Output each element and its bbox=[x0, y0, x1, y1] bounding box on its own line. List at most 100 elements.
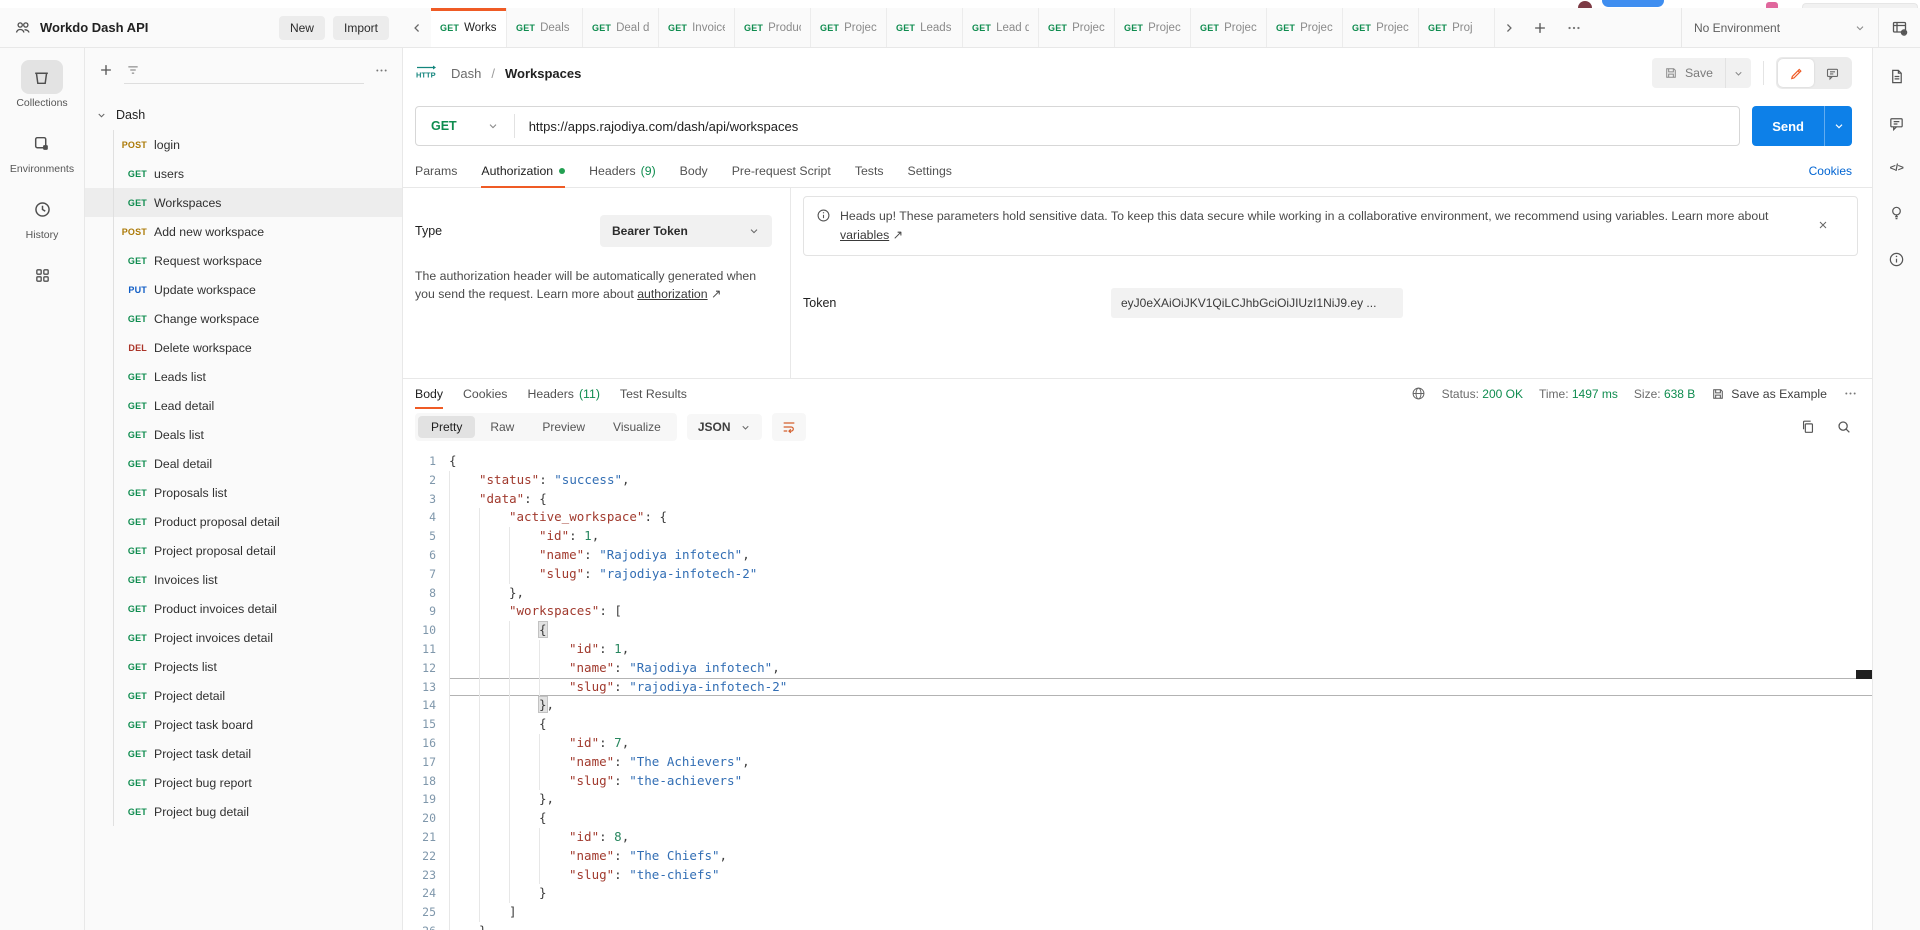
tab-tests[interactable]: Tests bbox=[855, 154, 884, 187]
tab-pre-request-script[interactable]: Pre-request Script bbox=[732, 154, 831, 187]
request-item-project-bug-report[interactable]: GETProject bug report bbox=[85, 768, 402, 797]
filter-input[interactable] bbox=[147, 63, 362, 77]
open-tab-0[interactable]: GETWorks bbox=[431, 8, 507, 47]
tabs-scroll-left-button[interactable] bbox=[403, 8, 431, 47]
related-requests-icon[interactable] bbox=[1888, 204, 1905, 221]
open-tab-12[interactable]: GETProjec bbox=[1343, 8, 1419, 47]
breadcrumb-collection[interactable]: Dash bbox=[451, 66, 481, 81]
request-item-update-workspace[interactable]: PUTUpdate workspace bbox=[85, 275, 402, 304]
collection-dash[interactable]: Dash bbox=[85, 100, 402, 130]
tab-authorization[interactable]: Authorization bbox=[481, 154, 565, 187]
request-item-users[interactable]: GETusers bbox=[85, 159, 402, 188]
url-input[interactable]: https://apps.rajodiya.com/dash/api/works… bbox=[515, 119, 813, 134]
tab-params[interactable]: Params bbox=[415, 154, 457, 187]
info-icon[interactable] bbox=[1888, 251, 1905, 268]
response-body-editor[interactable]: 1{2"status": "success",3"data": {4"activ… bbox=[403, 446, 1872, 930]
breadcrumb-request[interactable]: Workspaces bbox=[505, 66, 581, 81]
open-tab-6[interactable]: GETLeads bbox=[887, 8, 963, 47]
tab-body[interactable]: Body bbox=[680, 154, 708, 187]
new-tab-button[interactable] bbox=[1523, 8, 1557, 47]
send-button[interactable]: Send bbox=[1752, 106, 1824, 146]
request-item-deal-detail[interactable]: GETDeal detail bbox=[85, 449, 402, 478]
request-item-project-task-board[interactable]: GETProject task board bbox=[85, 710, 402, 739]
variables-link[interactable]: variables bbox=[840, 228, 889, 242]
request-item-workspaces[interactable]: GETWorkspaces bbox=[85, 188, 402, 217]
send-options-button[interactable] bbox=[1824, 106, 1852, 146]
open-tab-11[interactable]: GETProjec bbox=[1267, 8, 1343, 47]
request-item-project-task-detail[interactable]: GETProject task detail bbox=[85, 739, 402, 768]
tabs-scroll-right-button[interactable] bbox=[1495, 8, 1523, 47]
comment-mode-button[interactable] bbox=[1814, 59, 1850, 87]
authorization-link[interactable]: authorization bbox=[637, 287, 707, 301]
view-mode-visualize[interactable]: Visualize bbox=[600, 416, 674, 438]
request-item-delete-workspace[interactable]: DELDelete workspace bbox=[85, 333, 402, 362]
request-item-login[interactable]: POSTlogin bbox=[85, 130, 402, 159]
request-item-leads-list[interactable]: GETLeads list bbox=[85, 362, 402, 391]
comments-icon[interactable] bbox=[1888, 115, 1905, 132]
request-item-lead-detail[interactable]: GETLead detail bbox=[85, 391, 402, 420]
view-mode-preview[interactable]: Preview bbox=[529, 416, 598, 438]
sidebar-more-button[interactable] bbox=[374, 63, 389, 78]
rail-item-apps[interactable] bbox=[21, 258, 63, 292]
open-tab-7[interactable]: GETLead d bbox=[963, 8, 1039, 47]
request-item-product-proposal-detail[interactable]: GETProduct proposal detail bbox=[85, 507, 402, 536]
open-tab-1[interactable]: GETDeals li bbox=[507, 8, 583, 47]
save-button[interactable]: Save bbox=[1652, 66, 1725, 80]
copy-button[interactable] bbox=[1800, 419, 1816, 435]
request-item-invoices-list[interactable]: GETInvoices list bbox=[85, 565, 402, 594]
open-tab-4[interactable]: GETProduc bbox=[735, 8, 811, 47]
add-collection-button[interactable] bbox=[98, 62, 114, 78]
request-item-project-proposal-detail[interactable]: GETProject proposal detail bbox=[85, 536, 402, 565]
request-item-request-workspace[interactable]: GETRequest workspace bbox=[85, 246, 402, 275]
code-snippet-icon[interactable]: </> bbox=[1890, 162, 1904, 174]
save-options-button[interactable] bbox=[1725, 58, 1751, 88]
edit-mode-button[interactable] bbox=[1778, 59, 1814, 87]
rail-item-history[interactable]: History bbox=[21, 192, 63, 241]
view-mode-pretty[interactable]: Pretty bbox=[418, 416, 475, 438]
tab-headers[interactable]: Headers(9) bbox=[589, 154, 656, 187]
method-selector[interactable]: GET bbox=[416, 119, 514, 133]
banner-close-button[interactable] bbox=[1817, 219, 1829, 231]
tab-headers[interactable]: Headers(11) bbox=[527, 379, 599, 408]
open-tab-13[interactable]: GETProj bbox=[1419, 8, 1495, 47]
import-button[interactable]: Import bbox=[333, 16, 389, 40]
request-item-project-bug-detail[interactable]: GETProject bug detail bbox=[85, 797, 402, 826]
rail-item-environments[interactable]: Environments bbox=[10, 126, 74, 175]
save-as-example-button[interactable]: Save as Example bbox=[1711, 387, 1827, 401]
tab-settings[interactable]: Settings bbox=[908, 154, 952, 187]
tab-cookies[interactable]: Cookies bbox=[463, 379, 507, 408]
documentation-icon[interactable] bbox=[1888, 68, 1905, 85]
time-value[interactable]: 1497 ms bbox=[1572, 387, 1618, 401]
request-item-projects-list[interactable]: GETProjects list bbox=[85, 652, 402, 681]
open-tab-5[interactable]: GETProjec bbox=[811, 8, 887, 47]
response-options-button[interactable] bbox=[1843, 386, 1858, 401]
rail-item-collections[interactable]: Collections bbox=[16, 60, 67, 109]
auth-type-selector[interactable]: Bearer Token bbox=[600, 215, 772, 247]
environment-quick-look-button[interactable] bbox=[1878, 8, 1920, 47]
token-input[interactable]: eyJ0eXAiOiJKV1QiLCJhbGciOiJIUzI1NiJ9.ey … bbox=[1111, 288, 1403, 318]
environment-selector[interactable]: No Environment bbox=[1682, 8, 1878, 47]
search-button[interactable] bbox=[1836, 419, 1852, 435]
size-value[interactable]: 638 B bbox=[1664, 387, 1695, 401]
tab-body[interactable]: Body bbox=[415, 379, 443, 408]
wrap-lines-button[interactable] bbox=[772, 413, 806, 441]
request-item-project-invoices-detail[interactable]: GETProject invoices detail bbox=[85, 623, 402, 652]
new-button[interactable]: New bbox=[279, 16, 325, 40]
open-tab-8[interactable]: GETProjec bbox=[1039, 8, 1115, 47]
view-mode-raw[interactable]: Raw bbox=[477, 416, 527, 438]
format-selector[interactable]: JSON bbox=[687, 414, 762, 440]
cookies-link[interactable]: Cookies bbox=[1809, 164, 1852, 178]
request-item-add-new-workspace[interactable]: POSTAdd new workspace bbox=[85, 217, 402, 246]
status-value[interactable]: 200 OK bbox=[1482, 387, 1523, 401]
request-item-project-detail[interactable]: GETProject detail bbox=[85, 681, 402, 710]
request-item-change-workspace[interactable]: GETChange workspace bbox=[85, 304, 402, 333]
workspace-title[interactable]: Workdo Dash API bbox=[40, 20, 148, 35]
open-tab-9[interactable]: GETProjec bbox=[1115, 8, 1191, 47]
request-item-proposals-list[interactable]: GETProposals list bbox=[85, 478, 402, 507]
request-item-deals-list[interactable]: GETDeals list bbox=[85, 420, 402, 449]
tab-test-results[interactable]: Test Results bbox=[620, 379, 687, 408]
tab-options-button[interactable] bbox=[1557, 8, 1591, 47]
open-tab-10[interactable]: GETProjec bbox=[1191, 8, 1267, 47]
open-tab-3[interactable]: GETInvoice bbox=[659, 8, 735, 47]
request-item-product-invoices-detail[interactable]: GETProduct invoices detail bbox=[85, 594, 402, 623]
